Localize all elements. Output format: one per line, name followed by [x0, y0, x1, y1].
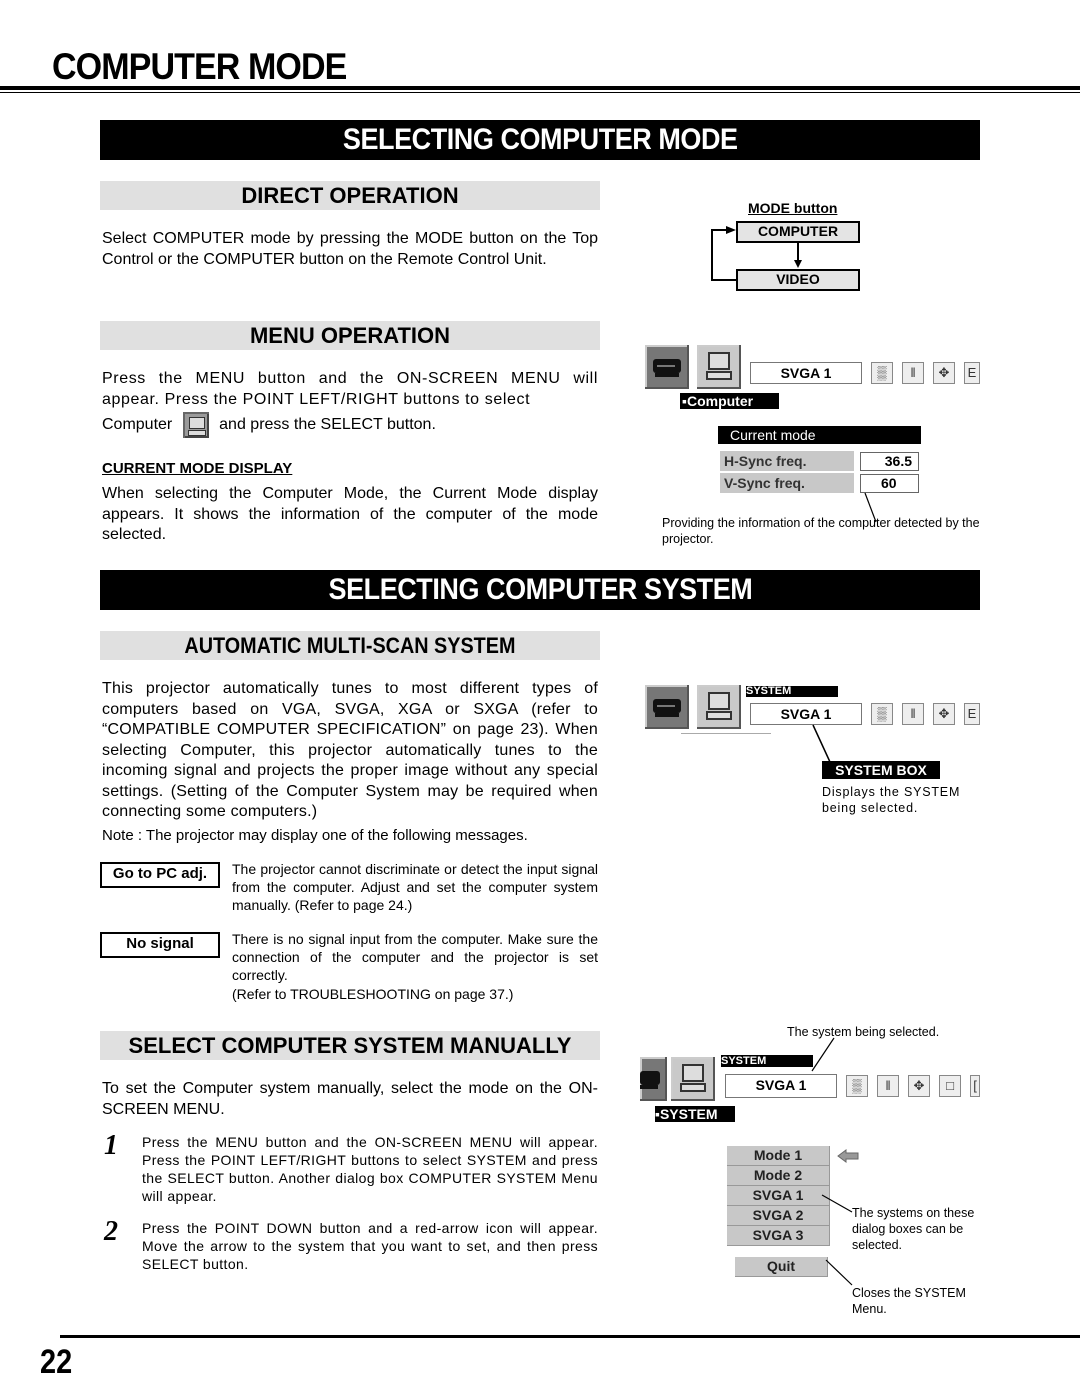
step-1-text: Press the MENU button and the ON-SCREEN …	[142, 1134, 598, 1204]
auto-scan-text: This projector automatically tunes to mo…	[102, 680, 598, 820]
v-sync-label: V-Sync freq.	[720, 473, 854, 493]
note-text: Note : The projector may display one of …	[102, 827, 528, 844]
computer-tag: ▪Computer	[680, 393, 779, 409]
section-banner-computer-mode: SELECTING COMPUTER MODE	[100, 120, 980, 160]
next-icon: [	[970, 1075, 980, 1097]
menu-item-mode-1[interactable]: Mode 1	[727, 1146, 830, 1166]
system-tag: SYSTEM	[721, 1055, 813, 1067]
position-icon: ✥	[908, 1075, 930, 1097]
system-box: SVGA 1	[725, 1074, 837, 1098]
return-arrow-line	[711, 229, 738, 281]
system-box-label: SYSTEM BOX	[822, 761, 940, 779]
heading-automatic-multi-scan: AUTOMATIC MULTI-SCAN SYSTEM	[100, 631, 600, 660]
computer-word: Computer	[102, 416, 173, 434]
system-box-caption: Displays the SYSTEM being selected.	[822, 785, 961, 815]
menu-operation-text: Press the MENU button and the ON-SCREEN …	[102, 370, 598, 408]
callout-line	[811, 1037, 835, 1072]
computer-icon	[182, 412, 209, 438]
menu-item-svga-2[interactable]: SVGA 2	[727, 1206, 830, 1226]
current-mode-display-heading: CURRENT MODE DISPLAY	[102, 460, 293, 477]
heading-text: SELECT COMPUTER SYSTEM MANUALLY	[128, 1033, 572, 1058]
go-to-pc-adj-description: The projector cannot discriminate or det…	[232, 861, 598, 913]
no-signal-description: There is no signal input from the comput…	[232, 931, 598, 983]
no-signal-reference: (Refer to TROUBLESHOOTING on page 37.)	[232, 986, 514, 1002]
system-tag: SYSTEM	[746, 686, 838, 697]
quit-caption: Closes the SYSTEM Menu.	[852, 1286, 966, 1316]
image-adjust-icon: ▒	[871, 362, 893, 384]
section-banner-text: SELECTING COMPUTER SYSTEM	[328, 573, 752, 606]
computer-mode-icon	[697, 685, 741, 729]
heading-menu-operation: MENU OPERATION	[100, 321, 600, 350]
select-instruction: and press the SELECT button.	[219, 416, 436, 434]
current-mode-title: Current mode	[718, 426, 921, 444]
current-mode-caption: Providing the information of the compute…	[662, 516, 980, 546]
quit-button[interactable]: Quit	[735, 1257, 828, 1277]
h-sync-value: 36.5	[860, 452, 919, 471]
menu-item-svga-1[interactable]: SVGA 1	[727, 1186, 830, 1206]
computer-mode-icon	[697, 345, 741, 389]
section-banner-text: SELECTING COMPUTER MODE	[342, 123, 738, 156]
image-adjust-icon: ▒	[871, 703, 893, 725]
return-arrow-head	[726, 226, 736, 234]
no-signal-message: No signal	[100, 932, 220, 958]
system-menu-tag: ▪SYSTEM	[655, 1106, 735, 1122]
system-menu-list: Mode 1 Mode 2 SVGA 1 SVGA 2 SVGA 3	[727, 1146, 830, 1246]
screen-icon: E	[964, 362, 980, 384]
menu-item-mode-2[interactable]: Mode 2	[727, 1166, 830, 1186]
system-box: SVGA 1	[750, 362, 862, 384]
image-adjust-icon: ▒	[846, 1075, 868, 1097]
pc-adjust-icon: ‖	[902, 703, 924, 725]
step-number-1: 1	[104, 1130, 118, 1161]
heading-text: AUTOMATIC MULTI-SCAN SYSTEM	[184, 633, 516, 658]
header-rule	[0, 86, 1080, 90]
footer-rule	[60, 1335, 1080, 1338]
screen-icon: □	[939, 1075, 961, 1097]
section-banner-computer-system: SELECTING COMPUTER SYSTEM	[100, 570, 980, 610]
heading-select-manually: SELECT COMPUTER SYSTEM MANUALLY	[100, 1031, 600, 1060]
go-to-pc-adj-message: Go to PC adj.	[100, 862, 220, 888]
position-icon: ✥	[933, 362, 955, 384]
pc-adjust-icon: ‖	[902, 362, 924, 384]
systems-selectable-caption: The systems on these dialog boxes can be…	[852, 1206, 975, 1252]
current-mode-display-text: When selecting the Computer Mode, the Cu…	[102, 485, 598, 543]
video-mode-icon	[645, 685, 689, 729]
page-title: COMPUTER MODE	[52, 46, 347, 87]
heading-direct-operation: DIRECT OPERATION	[100, 181, 600, 210]
direct-operation-text: Select COMPUTER mode by pressing the MOD…	[102, 230, 598, 268]
down-arrow-head	[794, 260, 802, 268]
menu-operation-text-2: Computer and press the SELECT button.	[102, 412, 598, 438]
computer-mode-icon	[671, 1057, 715, 1101]
pc-adjust-icon: ‖	[877, 1075, 899, 1097]
step-number-2: 2	[104, 1216, 118, 1247]
manual-intro-text: To set the Computer system manually, sel…	[102, 1080, 598, 1118]
heading-text: MENU OPERATION	[249, 323, 451, 348]
video-mode-icon	[645, 345, 689, 389]
step-2-text: Press the POINT DOWN button and a red-ar…	[142, 1220, 598, 1272]
menu-item-svga-3[interactable]: SVGA 3	[727, 1226, 830, 1246]
video-mode-icon	[640, 1057, 667, 1101]
page-number: 22	[40, 1343, 73, 1381]
header-rule-thin	[0, 92, 1080, 93]
divider	[681, 733, 771, 734]
heading-text: DIRECT OPERATION	[241, 183, 459, 208]
mode-button-label: MODE button	[748, 200, 838, 216]
h-sync-label: H-Sync freq.	[720, 451, 854, 471]
red-arrow-icon	[837, 1149, 859, 1163]
mode-cycle-arrows	[711, 226, 802, 281]
screen-icon: E	[964, 703, 980, 725]
position-icon: ✥	[933, 703, 955, 725]
